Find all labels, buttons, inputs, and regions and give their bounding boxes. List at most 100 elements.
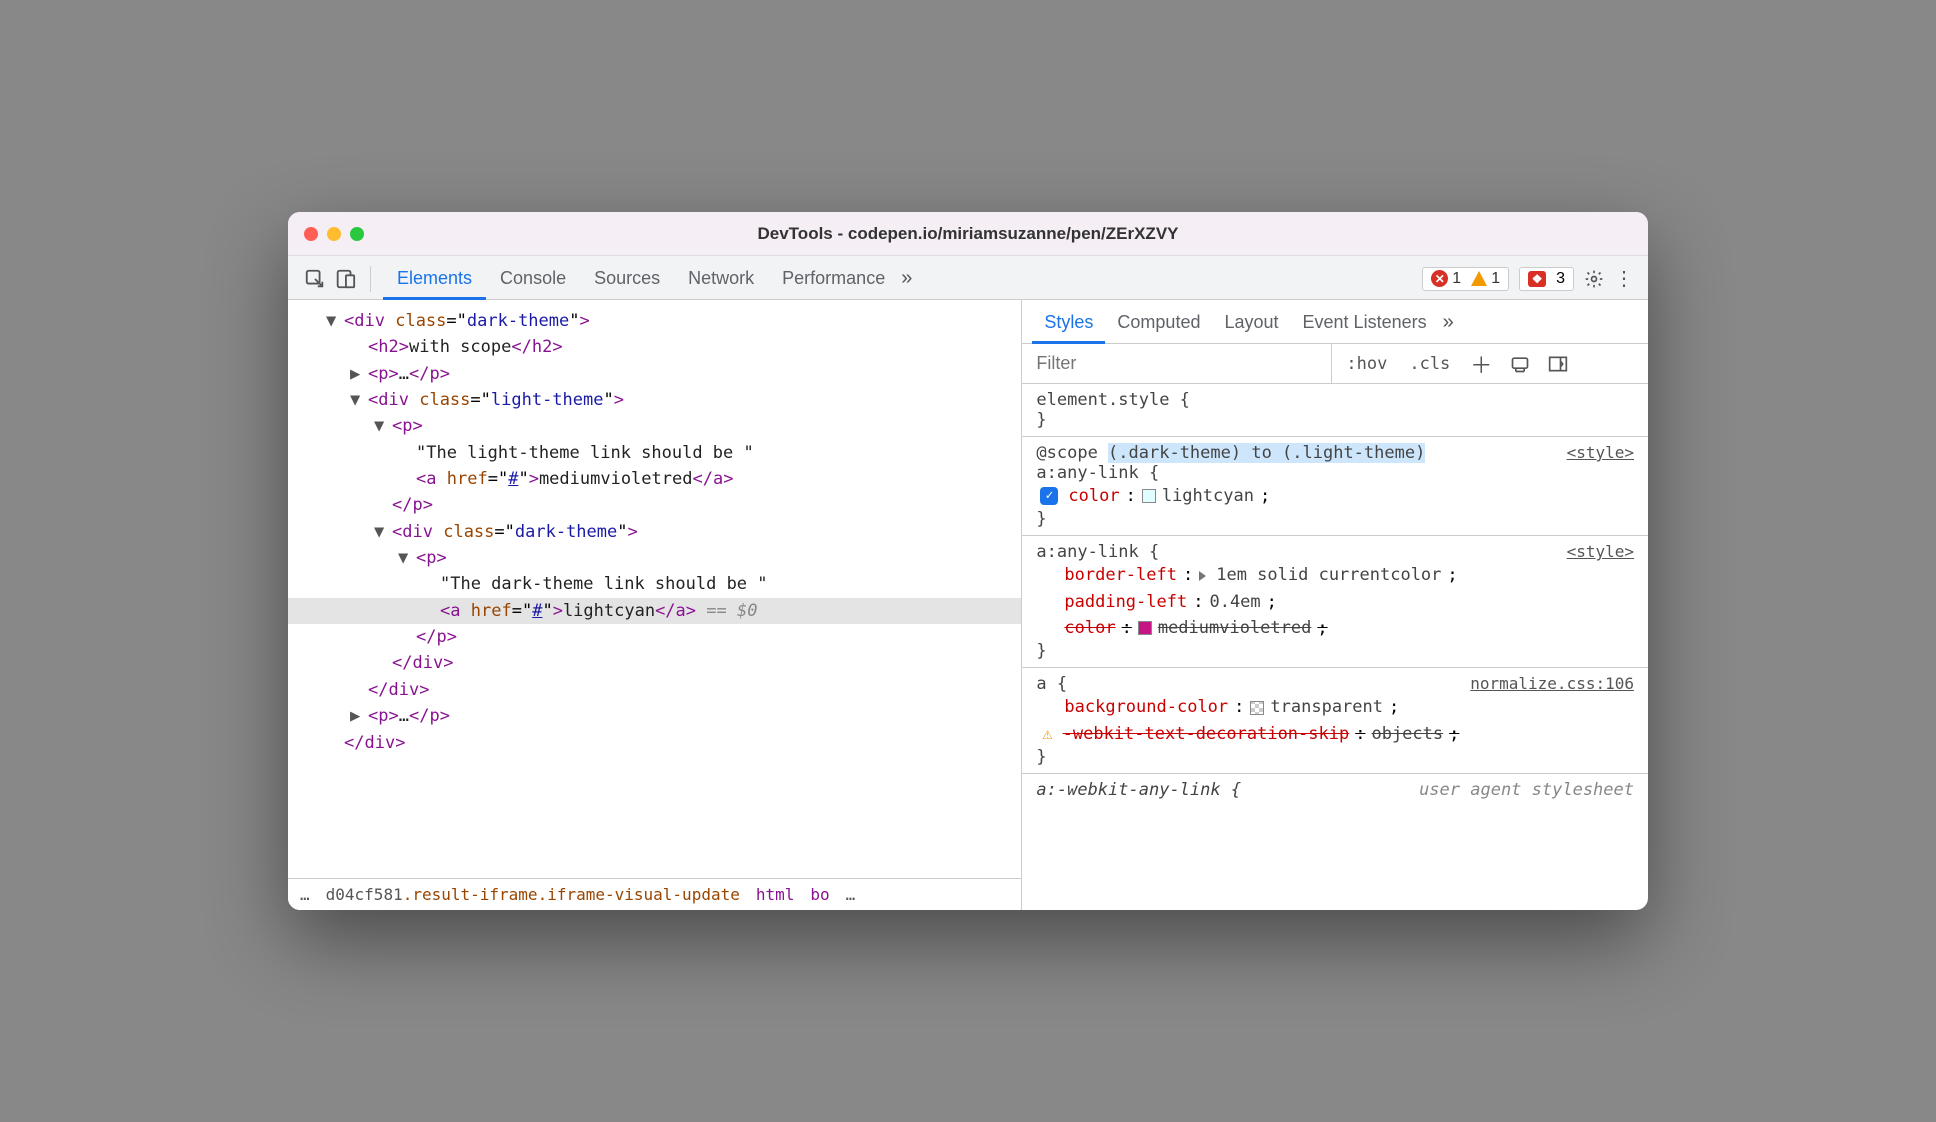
dom-node[interactable]: </div>: [288, 730, 1021, 756]
disclosure-triangle-icon[interactable]: ▼: [350, 387, 362, 413]
rule-source-link[interactable]: normalize.css:106: [1470, 674, 1634, 693]
inspect-element-icon[interactable]: [302, 266, 328, 292]
css-declaration-overridden[interactable]: color: mediumvioletred;: [1036, 615, 1634, 641]
error-icon: ✕: [1431, 270, 1448, 287]
dom-text-node[interactable]: "The light-theme link should be ": [288, 440, 1021, 466]
dom-node[interactable]: </div>: [288, 677, 1021, 703]
style-rule[interactable]: a:any-link { <style> border-left:1em sol…: [1022, 536, 1648, 668]
disclosure-triangle-icon[interactable]: ▶: [350, 703, 362, 729]
styles-rules[interactable]: element.style { } @scope (.dark-theme) t…: [1022, 384, 1648, 910]
dom-node[interactable]: </p>: [288, 492, 1021, 518]
disclosure-triangle-icon[interactable]: ▼: [374, 413, 386, 439]
tab-sources[interactable]: Sources: [580, 258, 674, 300]
dom-breadcrumb[interactable]: … d04cf581.result-iframe.iframe-visual-u…: [288, 878, 1021, 910]
titlebar: DevTools - codepen.io/miriamsuzanne/pen/…: [288, 212, 1648, 256]
dom-text-node[interactable]: "The dark-theme link should be ": [288, 571, 1021, 597]
declaration-checkbox[interactable]: ✓: [1040, 487, 1058, 505]
breadcrumb-item[interactable]: bo: [810, 885, 829, 904]
warning-icon: ⚠: [1042, 721, 1052, 747]
color-swatch-icon[interactable]: [1138, 621, 1152, 635]
warning-icon: [1471, 271, 1487, 286]
rendering-emulations-icon[interactable]: [1504, 351, 1536, 377]
warning-count-badge[interactable]: 1: [1471, 270, 1500, 288]
dom-node[interactable]: ▼<div class="dark-theme">: [288, 308, 1021, 334]
dom-node[interactable]: ▶<p>…</p>: [288, 703, 1021, 729]
elements-panel: ▼<div class="dark-theme"> <h2>with scope…: [288, 300, 1022, 910]
computed-sidebar-toggle-icon[interactable]: [1542, 351, 1574, 377]
dom-node[interactable]: ▼<p>: [288, 545, 1021, 571]
toggle-classes-button[interactable]: .cls: [1401, 350, 1458, 378]
error-count-badge[interactable]: ✕ 1: [1431, 270, 1461, 288]
tab-performance[interactable]: Performance: [768, 258, 899, 300]
minimize-window-button[interactable]: [327, 227, 341, 241]
css-declaration[interactable]: background-color: transparent;: [1036, 694, 1634, 720]
close-window-button[interactable]: [304, 227, 318, 241]
breadcrumb-item[interactable]: html: [756, 885, 795, 904]
style-rule-element[interactable]: element.style { }: [1022, 384, 1648, 437]
main-tabs: Elements Console Sources Network Perform…: [383, 258, 912, 300]
toolbar-separator: [370, 266, 371, 292]
dom-node[interactable]: <a href="#">mediumvioletred</a>: [288, 466, 1021, 492]
dom-node[interactable]: ▼<div class="dark-theme">: [288, 519, 1021, 545]
rule-source-link[interactable]: <style>: [1567, 542, 1634, 561]
rule-selector: a:any-link {: [1036, 542, 1159, 562]
dom-node[interactable]: <h2>with scope</h2>: [288, 334, 1021, 360]
disclosure-triangle-icon[interactable]: ▼: [326, 308, 338, 334]
error-count: 1: [1452, 270, 1461, 288]
rule-selector: a {: [1036, 674, 1067, 694]
warning-count: 1: [1491, 270, 1500, 288]
breadcrumb-item[interactable]: d04cf581.result-iframe.iframe-visual-upd…: [326, 885, 740, 904]
tab-network[interactable]: Network: [674, 258, 768, 300]
new-style-rule-button[interactable]: ＋: [1464, 344, 1498, 384]
color-swatch-icon[interactable]: [1142, 489, 1156, 503]
color-swatch-icon[interactable]: [1250, 701, 1264, 715]
device-toolbar-icon[interactable]: [332, 266, 358, 292]
rule-selector: a:-webkit-any-link {: [1036, 780, 1241, 800]
dom-node[interactable]: ▶<p>…</p>: [288, 361, 1021, 387]
settings-icon[interactable]: [1584, 269, 1604, 289]
maximize-window-button[interactable]: [350, 227, 364, 241]
disclosure-triangle-icon[interactable]: ▶: [350, 361, 362, 387]
styles-tab-layout[interactable]: Layout: [1212, 302, 1290, 344]
styles-tab-computed[interactable]: Computed: [1105, 302, 1212, 344]
main-toolbar: Elements Console Sources Network Perform…: [288, 256, 1648, 300]
breadcrumb-ellipsis[interactable]: …: [846, 885, 856, 904]
dom-node[interactable]: ▼<p>: [288, 413, 1021, 439]
css-declaration[interactable]: ✓ color: lightcyan;: [1036, 483, 1634, 509]
rule-source-link[interactable]: <style>: [1567, 443, 1634, 462]
styles-filter-input[interactable]: [1022, 344, 1332, 383]
tab-console[interactable]: Console: [486, 258, 580, 300]
disclosure-triangle-icon[interactable]: ▼: [398, 545, 410, 571]
css-declaration-invalid[interactable]: ⚠ -webkit-text-decoration-skip: objects;: [1036, 721, 1634, 747]
disclosure-triangle-icon[interactable]: ▼: [374, 519, 386, 545]
more-menu-icon[interactable]: ⋮: [1614, 266, 1634, 291]
more-styles-tabs-icon[interactable]: »: [1443, 311, 1454, 334]
style-rule-scope[interactable]: @scope (.dark-theme) to (.light-theme) a…: [1022, 437, 1648, 536]
more-tabs-icon[interactable]: »: [901, 267, 912, 290]
toggle-hover-button[interactable]: :hov: [1338, 350, 1395, 378]
css-declaration[interactable]: border-left:1em solid currentcolor;: [1036, 562, 1634, 588]
window-title: DevTools - codepen.io/miriamsuzanne/pen/…: [288, 224, 1648, 244]
css-declaration[interactable]: padding-left: 0.4em;: [1036, 589, 1634, 615]
rule-source-label: user agent stylesheet: [1419, 780, 1634, 800]
dom-node-selected[interactable]: <a href="#">lightcyan</a> == $0: [288, 598, 1021, 624]
shorthand-expand-icon[interactable]: [1199, 571, 1206, 581]
dom-node[interactable]: </p>: [288, 624, 1021, 650]
issues-badge[interactable]: ❖ 3: [1519, 267, 1574, 291]
issues-icon: ❖: [1528, 271, 1546, 287]
styles-filterbar: :hov .cls ＋: [1022, 344, 1648, 384]
styles-panel: Styles Computed Layout Event Listeners »…: [1022, 300, 1648, 910]
dom-node[interactable]: </div>: [288, 650, 1021, 676]
console-counts[interactable]: ✕ 1 1: [1422, 267, 1509, 291]
toolbar-right: ✕ 1 1 ❖ 3 ⋮: [1422, 266, 1634, 291]
dom-node[interactable]: ▼<div class="light-theme">: [288, 387, 1021, 413]
dom-tree[interactable]: ▼<div class="dark-theme"> <h2>with scope…: [288, 300, 1021, 878]
content-split: ▼<div class="dark-theme"> <h2>with scope…: [288, 300, 1648, 910]
tab-elements[interactable]: Elements: [383, 258, 486, 300]
styles-tab-styles[interactable]: Styles: [1032, 302, 1105, 344]
style-rule-ua[interactable]: a:-webkit-any-link { user agent styleshe…: [1022, 774, 1648, 806]
styles-tab-event-listeners[interactable]: Event Listeners: [1291, 302, 1439, 344]
styles-tabs: Styles Computed Layout Event Listeners »: [1022, 300, 1648, 344]
breadcrumb-ellipsis[interactable]: …: [300, 885, 310, 904]
style-rule[interactable]: a { normalize.css:106 background-color: …: [1022, 668, 1648, 774]
